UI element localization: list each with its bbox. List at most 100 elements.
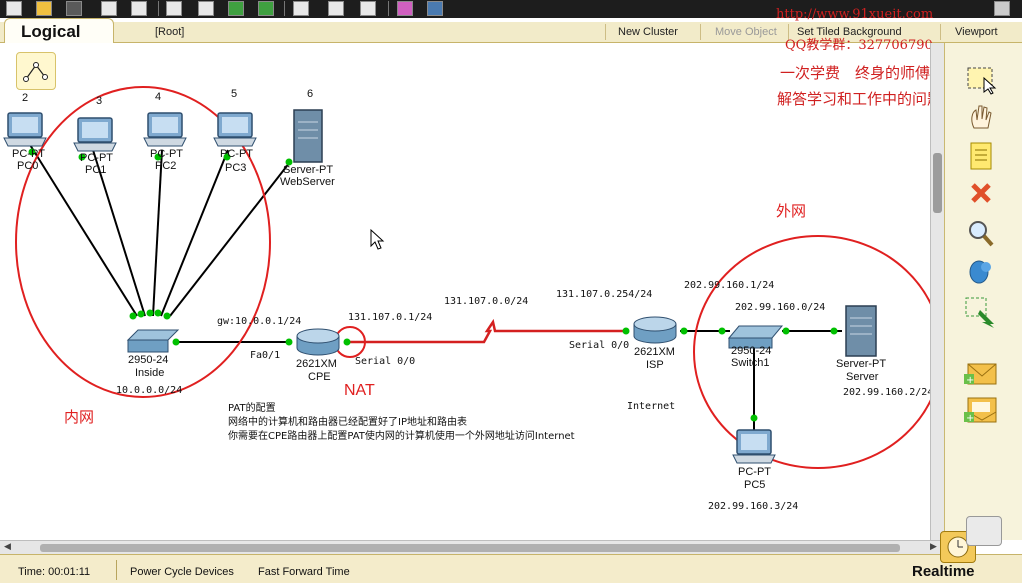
pc3-name[interactable]: PC3 bbox=[225, 162, 246, 174]
select-icon[interactable] bbox=[960, 62, 1002, 96]
horizontal-scrollbar[interactable]: ◀ ▶ bbox=[0, 540, 944, 555]
inside-switch-type: 2950-24 bbox=[128, 354, 169, 366]
link-light bbox=[137, 310, 145, 318]
serial-link-cpe-isp bbox=[345, 318, 626, 344]
isp-type: 2621XM bbox=[634, 346, 675, 358]
outer-network-circle bbox=[693, 235, 930, 469]
inside-network-label: 10.0.0.0/24 bbox=[116, 385, 183, 396]
gateway-label: gw:10.0.0.1/24 bbox=[217, 316, 302, 327]
link-light bbox=[622, 327, 630, 335]
link-light bbox=[163, 312, 171, 320]
svg-text:+: + bbox=[966, 413, 974, 424]
vertical-scrollbar[interactable] bbox=[930, 43, 945, 540]
pc5-type: PC-PT bbox=[738, 466, 771, 478]
cpe-ip-label: 131.107.0.1/24 bbox=[348, 312, 433, 323]
realtime-label[interactable]: Realtime bbox=[912, 563, 975, 580]
isp-ip-label: 131.107.0.254/24 bbox=[556, 289, 653, 300]
link-light bbox=[154, 309, 162, 317]
mouse-cursor-icon bbox=[370, 228, 385, 250]
webserver-type: Server-PT bbox=[283, 164, 334, 176]
link-light bbox=[718, 327, 726, 335]
pc5-name[interactable]: PC5 bbox=[744, 479, 765, 491]
pc1-name[interactable]: PC1 bbox=[85, 164, 106, 176]
inner-network-annotation: 内网 bbox=[64, 408, 95, 426]
link-light bbox=[343, 338, 351, 346]
pc3-type: PC-PT bbox=[220, 148, 253, 160]
add-simple-pdu-icon[interactable]: + bbox=[960, 356, 1002, 390]
pc3-icon bbox=[213, 112, 257, 147]
note-line-1: 网络中的计算机和路由器已经配置好了IP地址和路由表 bbox=[228, 417, 467, 428]
link-pc3-inside bbox=[160, 149, 229, 317]
device-number: 4 bbox=[155, 91, 162, 103]
watermark-line-2: 解答学习和工作中的问题 bbox=[777, 90, 943, 108]
link-light bbox=[285, 338, 293, 346]
sim-time: Time: 00:01:11 bbox=[18, 566, 91, 578]
help-icon[interactable] bbox=[994, 1, 1010, 16]
link-light bbox=[172, 338, 180, 346]
server-name[interactable]: Server bbox=[846, 371, 878, 383]
pc0-type: PC-PT bbox=[12, 148, 45, 160]
pc1-icon bbox=[73, 117, 117, 152]
link-pc0-inside bbox=[26, 139, 138, 317]
isp-router-icon bbox=[633, 316, 677, 344]
inside-switch-icon bbox=[126, 329, 180, 353]
scroll-right-icon[interactable]: ▶ bbox=[930, 542, 937, 552]
fa01-label: Fa0/1 bbox=[250, 350, 281, 361]
watermark-url: http://www.91xueit.com bbox=[776, 7, 934, 22]
pc2-icon bbox=[143, 112, 187, 147]
resize-icon[interactable] bbox=[960, 294, 1002, 328]
pc5-icon bbox=[732, 429, 776, 464]
device-number: 6 bbox=[307, 88, 314, 100]
isp-serial-label: Serial 0/0 bbox=[569, 340, 630, 351]
horizontal-scroll-thumb[interactable] bbox=[40, 544, 900, 552]
fast-forward-time-button[interactable]: Fast Forward Time bbox=[258, 566, 350, 578]
cpe-serial-label: Serial 0/0 bbox=[355, 356, 416, 367]
link-light bbox=[750, 414, 758, 422]
pc0-name[interactable]: PC0 bbox=[17, 160, 38, 172]
inspect-icon[interactable] bbox=[960, 216, 1002, 250]
device-number: 3 bbox=[96, 95, 103, 107]
watermark-line-1: 一次学费 终身的师傅 bbox=[780, 64, 931, 82]
pc1-type: PC-PT bbox=[80, 152, 113, 164]
pc0-icon bbox=[3, 112, 47, 147]
draw-shape-icon[interactable] bbox=[960, 255, 1002, 289]
simulation-mode-icon[interactable] bbox=[966, 516, 1002, 546]
scroll-left-icon[interactable]: ◀ bbox=[4, 542, 11, 552]
server-ip-label: 202.99.160.2/24 bbox=[843, 387, 934, 398]
link-light bbox=[129, 312, 137, 320]
link-pc2-inside bbox=[152, 149, 163, 317]
cpe-name[interactable]: CPE bbox=[308, 371, 331, 383]
watermark-qq: QQ教学群：327706790 bbox=[785, 38, 933, 53]
switch1-type: 2950-24 bbox=[731, 345, 772, 357]
add-complex-pdu-icon[interactable]: + bbox=[960, 394, 1002, 428]
vertical-scroll-thumb[interactable] bbox=[933, 153, 942, 213]
webserver-icon bbox=[293, 109, 323, 163]
isp-name[interactable]: ISP bbox=[646, 359, 664, 371]
pc5-ip-label: 202.99.160.3/24 bbox=[708, 501, 799, 512]
svg-text:+: + bbox=[966, 375, 974, 386]
switch1-name[interactable]: Switch1 bbox=[731, 357, 770, 369]
link-light bbox=[830, 327, 838, 335]
note-line-2: 你需要在CPE路由器上配置PAT使内网的计算机使用一个外网地址访问Interne… bbox=[228, 431, 575, 442]
move-icon[interactable] bbox=[960, 100, 1002, 134]
link-light bbox=[146, 309, 154, 317]
pc2-name[interactable]: PC2 bbox=[155, 160, 176, 172]
note-tool-icon[interactable] bbox=[960, 139, 1002, 173]
link-webserver-inside bbox=[169, 161, 291, 317]
outer-network-annotation: 外网 bbox=[776, 202, 807, 220]
device-number: 5 bbox=[231, 88, 238, 100]
outside-network-label: 202.99.160.0/24 bbox=[735, 302, 826, 313]
delete-icon[interactable] bbox=[960, 176, 1002, 210]
nat-annotation: NAT bbox=[344, 382, 375, 399]
pc2-type: PC-PT bbox=[150, 148, 183, 160]
inside-switch-name[interactable]: Inside bbox=[135, 367, 164, 379]
viewport-button[interactable]: Viewport bbox=[955, 26, 998, 38]
server-type: Server-PT bbox=[836, 358, 887, 370]
device-number: 2 bbox=[22, 92, 29, 104]
wan-network-label: 131.107.0.0/24 bbox=[444, 296, 529, 307]
power-cycle-devices-button[interactable]: Power Cycle Devices bbox=[130, 566, 234, 578]
internet-label: Internet bbox=[627, 401, 676, 412]
webserver-name[interactable]: WebServer bbox=[280, 176, 335, 188]
link-light bbox=[680, 327, 688, 335]
cpe-router-icon bbox=[296, 328, 340, 356]
